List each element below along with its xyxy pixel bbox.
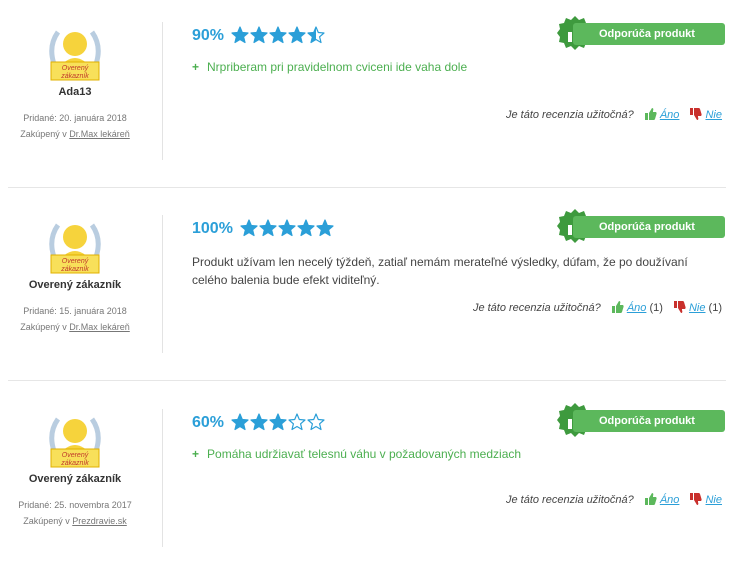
star-icon	[231, 413, 249, 431]
thumbs-down-icon	[690, 108, 703, 120]
star-icon	[231, 26, 249, 44]
review-date: Pridané: 25. novembra 2017	[18, 500, 132, 510]
star-icon	[269, 413, 287, 431]
vote-no-link[interactable]: Nie	[705, 109, 722, 121]
vote-no[interactable]: Nie (1)	[673, 301, 722, 314]
star-icon	[307, 413, 325, 431]
badge-line-2: zákazník	[60, 460, 89, 467]
helpful-vote: Je táto recenzia užitočná? Áno Nie	[506, 493, 722, 506]
vote-yes[interactable]: Áno (1)	[611, 301, 666, 314]
review-card: Overený zákazník Ada13 Pridané: 20. janu…	[0, 0, 750, 190]
rating-percent: 60%	[192, 414, 225, 431]
recommend-label: Odporúča produkt	[573, 23, 725, 45]
review-author: Ada13	[58, 86, 92, 98]
pro-item: + Pomáha udržiavať telesnú váhu v požadov…	[192, 447, 521, 461]
badge-line-1: Overený	[62, 65, 89, 72]
recommends-product-badge: Odporúča produkt	[557, 403, 727, 443]
thumbs-up-icon	[644, 493, 657, 505]
recommend-label: Odporúča produkt	[573, 216, 725, 238]
thumbs-down-icon	[690, 493, 703, 505]
star-icon	[250, 26, 268, 44]
store-link[interactable]: Dr.Max lekáreň	[69, 129, 130, 139]
star-icon	[297, 219, 315, 237]
vote-yes[interactable]: Áno	[644, 108, 683, 121]
divider	[162, 215, 163, 353]
store-link[interactable]: Prezdravie.sk	[72, 516, 127, 526]
star-icon	[240, 219, 258, 237]
vote-no[interactable]: Nie	[690, 493, 722, 506]
review-meta: Pridané: 15. januára 2018 Zakúpený v Dr.…	[0, 303, 150, 335]
review-card: Overený zákazník Overený zákazník Pridan…	[0, 193, 750, 383]
plus-icon: +	[192, 60, 200, 74]
plus-icon: +	[192, 447, 200, 461]
review-date: Pridané: 15. januára 2018	[23, 306, 127, 316]
vote-yes-link[interactable]: Áno	[660, 109, 680, 121]
vote-yes-link[interactable]: Áno	[660, 494, 680, 506]
thumbs-up-icon	[644, 108, 657, 120]
vote-no-link[interactable]: Nie	[705, 494, 722, 506]
star-icon	[288, 413, 306, 431]
review-meta: Pridané: 25. novembra 2017 Zakúpený v Pr…	[0, 497, 150, 529]
vote-yes[interactable]: Áno	[644, 493, 683, 506]
recommends-product-badge: Odporúča produkt	[557, 209, 727, 249]
rating-percent: 100%	[192, 220, 233, 237]
store-link[interactable]: Dr.Max lekáreň	[69, 322, 130, 332]
rating-stars	[240, 219, 334, 237]
rating-stars	[231, 413, 325, 431]
rating-stars	[231, 26, 325, 44]
vote-no-link[interactable]: Nie	[689, 302, 706, 314]
review-separator	[8, 380, 726, 381]
badge-line-2: zákazník	[60, 266, 89, 273]
pro-text: Nrpriberam pri pravidelnom cviceni ide v…	[207, 60, 468, 74]
divider	[162, 409, 163, 547]
pro-item: + Nrpriberam pri pravidelnom cviceni ide …	[192, 60, 467, 74]
recommend-label: Odporúča produkt	[573, 410, 725, 432]
star-icon	[269, 26, 287, 44]
review-author: Overený zákazník	[28, 279, 122, 291]
verified-customer-badge-icon: Overený zákazník	[49, 223, 101, 274]
review-date: Pridané: 20. januára 2018	[23, 113, 127, 123]
star-icon	[316, 219, 334, 237]
rating-percent: 90%	[192, 27, 225, 44]
purchased-prefix: Zakúpený v	[20, 129, 67, 139]
star-icon	[259, 219, 277, 237]
thumbs-up-icon	[611, 301, 624, 313]
thumbs-down-icon	[673, 301, 686, 313]
vote-yes-count: (1)	[649, 302, 663, 314]
vote-no[interactable]: Nie	[690, 108, 722, 121]
pro-text: Pomáha udržiavať telesnú váhu v požadova…	[207, 447, 522, 461]
review-text: Produkt užívam len necelý týždeň, zatiaľ…	[192, 255, 688, 287]
recommends-product-badge: Odporúča produkt	[557, 16, 727, 56]
review-author: Overený zákazník	[28, 473, 122, 485]
helpful-vote: Je táto recenzia užitočná? Áno (1) Nie (…	[473, 301, 722, 314]
verified-customer-badge-icon: Overený zákazník	[49, 30, 101, 81]
star-icon	[278, 219, 296, 237]
badge-line-1: Overený	[62, 258, 89, 265]
helpful-question: Je táto recenzia užitočná?	[472, 302, 601, 314]
badge-line-2: zákazník	[60, 73, 89, 80]
star-icon	[288, 26, 306, 44]
divider	[162, 22, 163, 160]
star-icon	[250, 413, 268, 431]
review-meta: Pridané: 20. januára 2018 Zakúpený v Dr.…	[0, 110, 150, 142]
helpful-question: Je táto recenzia užitočná?	[505, 109, 634, 121]
purchased-prefix: Zakúpený v	[23, 516, 70, 526]
vote-yes-link[interactable]: Áno	[627, 302, 647, 314]
review-separator	[8, 187, 726, 188]
helpful-vote: Je táto recenzia užitočná? Áno Nie	[506, 108, 722, 121]
helpful-question: Je táto recenzia užitočná?	[505, 494, 634, 506]
verified-customer-badge-icon: Overený zákazník	[49, 417, 101, 468]
review-card: Overený zákazník Overený zákazník Pridan…	[0, 387, 750, 577]
purchased-prefix: Zakúpený v	[20, 322, 67, 332]
star-icon	[307, 26, 325, 44]
badge-line-1: Overený	[62, 452, 89, 459]
vote-no-count: (1)	[708, 302, 722, 314]
